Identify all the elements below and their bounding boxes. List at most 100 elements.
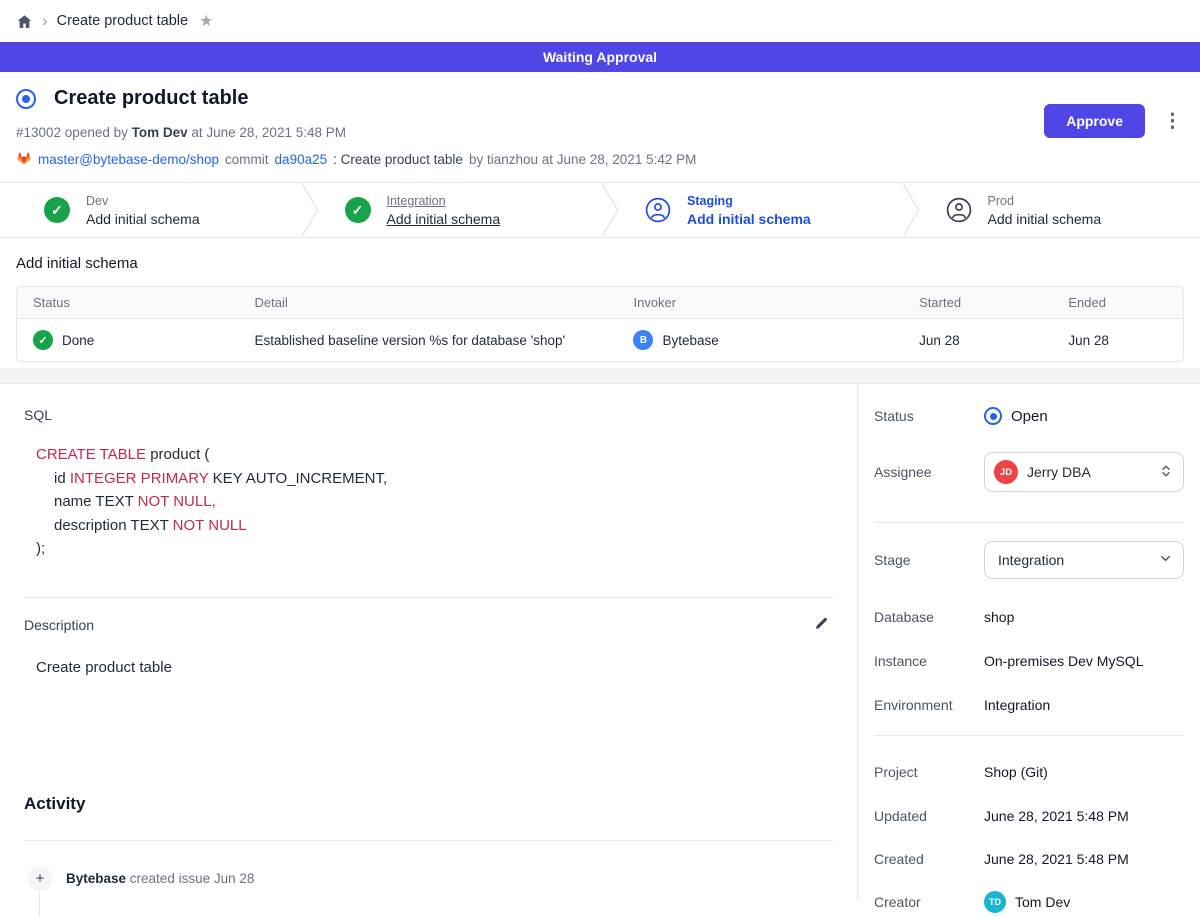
stage-prod[interactable]: Prod Add initial schema (922, 183, 1200, 237)
field-label: Instance (874, 653, 984, 669)
field-label: Assignee (874, 464, 984, 480)
commit-byline: by tianzhou at June 28, 2021 5:42 PM (469, 152, 696, 167)
sidebar-row-project: Project Shop (Git) (874, 762, 1184, 782)
task-section: Add initial schema Status Detail Invoker… (0, 238, 1200, 368)
stage-separator (299, 183, 321, 237)
issue-sidebar: Status Open Assignee JD Jerry DBA Stage (857, 384, 1200, 900)
breadcrumb-current-page: Create product table (57, 13, 188, 29)
stage-separator (599, 183, 621, 237)
activity-action: created issue Jun 28 (126, 871, 254, 886)
chevron-up-down-icon (1159, 464, 1173, 481)
home-icon[interactable] (16, 13, 33, 30)
field-label: Project (874, 764, 984, 780)
sidebar-row-environment: Environment Integration (874, 695, 1184, 715)
creator-value: Tom Dev (1015, 894, 1070, 910)
table-row: ✓ Done Established baseline version %s f… (17, 319, 1183, 361)
stage-env-label: Staging (687, 194, 811, 208)
sidebar-row-created: Created June 28, 2021 5:48 PM (874, 849, 1184, 869)
stage-value: Integration (998, 552, 1149, 568)
open-status-icon (984, 407, 1002, 425)
stage-task-label: Add initial schema (387, 211, 501, 227)
breadcrumb: › Create product table ★ (0, 0, 1200, 42)
commit-info: master@bytebase-demo/shop commit da90a25… (16, 150, 1184, 169)
field-label: Database (874, 609, 984, 625)
stage-task-label: Add initial schema (988, 211, 1102, 227)
task-started: Jun 28 (903, 319, 1052, 361)
plus-icon: + (28, 867, 52, 891)
stage-staging[interactable]: Staging Add initial schema (621, 183, 900, 237)
field-label: Updated (874, 808, 984, 824)
assignee-select[interactable]: JD Jerry DBA (984, 452, 1184, 492)
stage-integration[interactable]: ✓ Integration Add initial schema (321, 183, 600, 237)
sidebar-row-updated: Updated June 28, 2021 5:48 PM (874, 806, 1184, 826)
task-heading: Add initial schema (16, 255, 1184, 272)
issue-header: Create product table #13002 opened by To… (0, 72, 1200, 182)
task-detail: Established baseline version %s for data… (239, 319, 618, 361)
approve-button[interactable]: Approve (1044, 104, 1145, 138)
chevron-down-icon (1158, 551, 1173, 569)
commit-hash-link[interactable]: da90a25 (275, 152, 328, 167)
sidebar-row-database: Database shop (874, 607, 1184, 627)
timeline-connector (39, 891, 40, 917)
stage-done-check-icon: ✓ (44, 197, 70, 223)
stage-user-icon (946, 197, 972, 223)
field-label: Environment (874, 697, 984, 713)
kebab-menu-icon[interactable]: ⋮ (1159, 110, 1186, 133)
star-icon[interactable]: ★ (199, 11, 213, 31)
gitlab-icon (16, 150, 32, 169)
description-content: Create product table (24, 659, 833, 676)
sql-section-label: SQL (24, 407, 833, 423)
col-header-started: Started (903, 287, 1052, 319)
col-header-detail: Detail (239, 287, 618, 319)
bytebase-avatar: B (633, 330, 653, 350)
field-label: Creator (874, 894, 984, 910)
stage-dev[interactable]: ✓ Dev Add initial schema (0, 183, 299, 237)
database-value: shop (984, 609, 1014, 625)
stage-env-label: Dev (86, 194, 200, 208)
divider (24, 840, 833, 841)
sql-code-block: CREATE TABLE product ( id INTEGER PRIMAR… (24, 443, 833, 561)
divider (874, 735, 1184, 736)
pipeline-stages: ✓ Dev Add initial schema ✓ Integration A… (0, 182, 1200, 238)
col-header-status: Status (17, 287, 239, 319)
activity-heading: Activity (24, 794, 833, 814)
sidebar-row-status: Status Open (874, 406, 1184, 426)
task-status: Done (62, 333, 94, 348)
instance-value: On-premises Dev MySQL (984, 653, 1143, 669)
assignee-value: Jerry DBA (1027, 464, 1150, 480)
stage-env-label: Prod (988, 194, 1102, 208)
status-value: Open (1011, 408, 1048, 425)
section-divider-band (0, 368, 1200, 384)
sidebar-row-assignee: Assignee JD Jerry DBA (874, 452, 1184, 492)
stage-user-icon (645, 197, 671, 223)
issue-meta: #13002 opened by Tom Dev at June 28, 202… (16, 125, 1184, 140)
issue-detail-main: SQL CREATE TABLE product ( id INTEGER PR… (0, 384, 857, 900)
stage-select[interactable]: Integration (984, 541, 1184, 579)
environment-value: Integration (984, 697, 1050, 713)
done-check-icon: ✓ (33, 330, 53, 350)
field-label: Status (874, 408, 984, 424)
breadcrumb-chevron-icon: › (42, 12, 48, 29)
created-value: June 28, 2021 5:48 PM (984, 851, 1129, 867)
sidebar-row-creator: Creator TD Tom Dev (874, 891, 1184, 913)
assignee-avatar: JD (994, 460, 1018, 484)
field-label: Stage (874, 552, 984, 568)
stage-task-label: Add initial schema (687, 211, 811, 227)
activity-item: + Bytebase created issue Jun 28 (24, 867, 833, 891)
col-header-invoker: Invoker (617, 287, 903, 319)
issue-title: Create product table (54, 87, 248, 110)
activity-author: Bytebase (66, 871, 126, 886)
commit-branch-repo-link[interactable]: master@bytebase-demo/shop (38, 152, 219, 167)
edit-pencil-icon[interactable] (811, 614, 831, 637)
field-label: Created (874, 851, 984, 867)
task-ended: Jun 28 (1052, 319, 1183, 361)
description-label: Description (24, 617, 94, 633)
stage-separator (900, 183, 922, 237)
stage-done-check-icon: ✓ (345, 197, 371, 223)
issue-author: Tom Dev (132, 125, 188, 140)
approval-banner: Waiting Approval (0, 42, 1200, 72)
updated-value: June 28, 2021 5:48 PM (984, 808, 1129, 824)
creator-avatar: TD (984, 891, 1006, 913)
task-invoker: Bytebase (662, 333, 718, 348)
approval-banner-label: Waiting Approval (543, 49, 657, 65)
